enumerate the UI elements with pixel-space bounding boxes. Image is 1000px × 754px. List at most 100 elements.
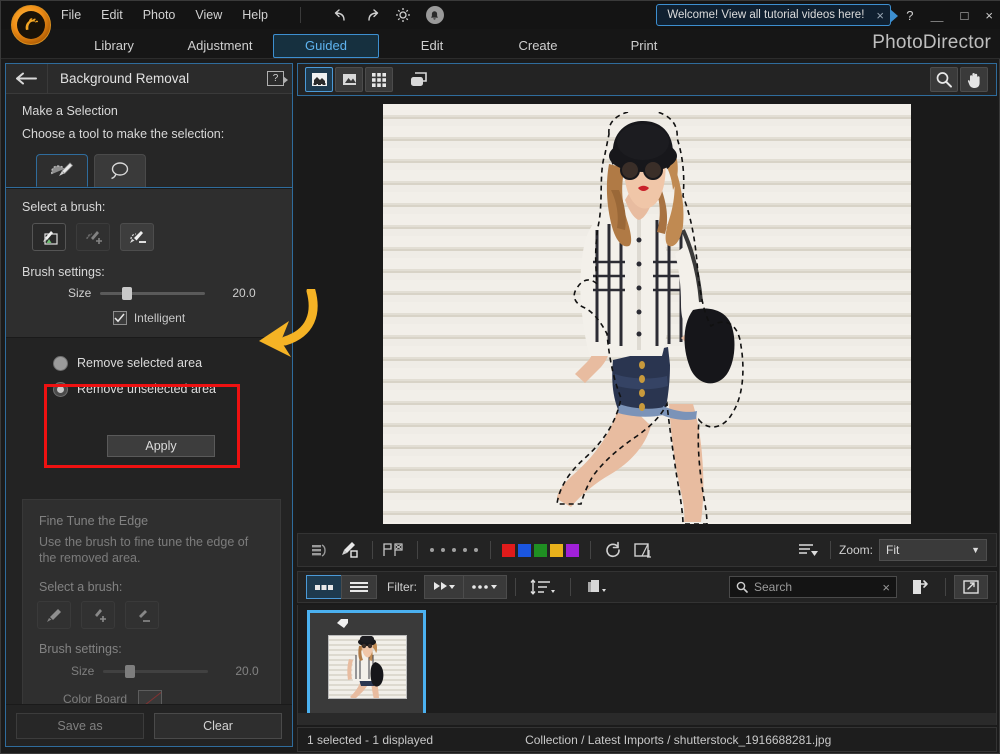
back-arrow-icon[interactable]	[6, 64, 48, 93]
rating-filter-icon[interactable]	[463, 575, 507, 599]
pencil-tag-icon[interactable]	[336, 538, 364, 563]
clear-search-icon[interactable]: ×	[882, 580, 890, 595]
list-view-icon[interactable]	[341, 575, 377, 599]
smart-brush-icon[interactable]	[32, 223, 66, 251]
photo-canvas[interactable]	[383, 104, 911, 524]
list-item[interactable]	[307, 610, 426, 718]
flag-filter-icon[interactable]	[424, 575, 464, 599]
search-input[interactable]: Search	[754, 580, 792, 594]
hand-tool-icon[interactable]	[960, 67, 988, 92]
fine-tune-settings-label: Brush settings:	[23, 629, 280, 656]
rating-dots[interactable]	[426, 548, 482, 552]
filmstrip-scrollbar[interactable]	[298, 713, 996, 725]
image-viewer[interactable]	[297, 97, 997, 531]
photodirector-window: File Edit Photo View Help	[0, 0, 1000, 754]
radio-remove-selected-row[interactable]: Remove selected area	[6, 350, 292, 376]
tab-guided[interactable]: Guided	[273, 34, 379, 58]
help-button[interactable]: ?	[906, 9, 913, 22]
menu-view[interactable]: View	[195, 8, 222, 22]
brush-subtract-icon[interactable]	[120, 223, 154, 251]
zoom-select[interactable]: Fit ▼	[879, 539, 987, 561]
rotate-icon[interactable]	[599, 538, 627, 563]
slider-handle[interactable]	[122, 287, 132, 300]
open-external-icon[interactable]	[954, 575, 988, 599]
menu-photo[interactable]: Photo	[143, 8, 176, 22]
tool-tabs	[6, 153, 292, 188]
color-swatch-green[interactable]	[534, 544, 547, 557]
close-icon[interactable]: ×	[876, 8, 884, 23]
zoom-value: Fit	[886, 543, 899, 557]
toolbar-divider-3	[490, 541, 491, 559]
fine-tune-brushes	[23, 594, 280, 629]
app-logo	[11, 5, 51, 45]
welcome-banner[interactable]: Welcome! View all tutorial videos here! …	[656, 4, 891, 26]
tag-icon	[336, 618, 349, 629]
clear-button[interactable]: Clear	[154, 713, 282, 739]
module-tabs: Library Adjustment Guided Edit Create Pr…	[61, 29, 697, 59]
rating-dot[interactable]	[430, 548, 434, 552]
quick-actions	[333, 6, 444, 24]
chevron-down-icon[interactable]: ▼	[971, 545, 980, 555]
tab-print[interactable]: Print	[591, 34, 697, 58]
logo-inner	[17, 11, 45, 39]
rating-dot[interactable]	[441, 548, 445, 552]
brush-select-label: Select a brush:	[6, 200, 292, 214]
apply-button[interactable]: Apply	[107, 435, 215, 457]
tab-edit[interactable]: Edit	[379, 34, 485, 58]
bell-icon[interactable]	[426, 6, 444, 24]
filter-divider	[515, 578, 516, 596]
menu-file[interactable]: File	[61, 8, 81, 22]
compare-view-icon[interactable]	[335, 67, 363, 92]
tool-tab-lasso[interactable]	[94, 154, 146, 187]
sort-menu-icon[interactable]	[794, 538, 822, 563]
rating-dot[interactable]	[463, 548, 467, 552]
tool-tab-brush[interactable]	[36, 154, 88, 187]
fine-tune-size-slider	[103, 670, 208, 673]
color-swatch-red[interactable]	[502, 544, 515, 557]
export-icon[interactable]	[903, 575, 937, 599]
filmstrip[interactable]	[297, 605, 997, 725]
minimize-button[interactable]: ＿	[931, 9, 944, 22]
menu-items: File Edit Photo View Help	[61, 6, 444, 24]
redo-icon[interactable]	[364, 7, 381, 24]
layers-icon[interactable]	[306, 538, 334, 563]
zoom-tool-icon[interactable]	[930, 67, 958, 92]
brush-size-value: 20.0	[232, 286, 255, 300]
tab-adjustment[interactable]: Adjustment	[167, 34, 273, 58]
tab-create[interactable]: Create	[485, 34, 591, 58]
multi-window-icon[interactable]	[405, 67, 433, 92]
color-swatch-yellow[interactable]	[550, 544, 563, 557]
rating-dot[interactable]	[452, 548, 456, 552]
fine-tune-size-label: Size	[71, 664, 94, 678]
radio-remove-selected[interactable]	[53, 356, 68, 371]
flag-reject-icon[interactable]	[381, 538, 409, 563]
crop-compare-icon[interactable]	[629, 538, 657, 563]
search-box[interactable]: Search ×	[729, 576, 897, 598]
sort-order-icon[interactable]	[524, 575, 562, 599]
close-button[interactable]: ×	[985, 9, 993, 22]
view-mode-buttons	[305, 67, 433, 92]
gear-icon[interactable]	[395, 7, 412, 24]
undo-icon[interactable]	[333, 7, 350, 24]
menu-help[interactable]: Help	[242, 8, 268, 22]
single-view-icon[interactable]	[305, 67, 333, 92]
fine-brush-icon	[37, 601, 71, 629]
fine-brush-subtract-icon	[125, 601, 159, 629]
rating-dot[interactable]	[474, 548, 478, 552]
intelligent-checkbox-row[interactable]: Intelligent	[6, 300, 292, 325]
tutorial-help-icon[interactable]: ?	[267, 71, 284, 86]
menu-edit[interactable]: Edit	[101, 8, 123, 22]
color-swatch-purple[interactable]	[566, 544, 579, 557]
brush-size-slider[interactable]	[100, 292, 205, 295]
brush-add-icon[interactable]	[76, 223, 110, 251]
stack-icon[interactable]	[579, 575, 615, 599]
filter-divider-3	[945, 578, 946, 596]
intelligent-checkbox[interactable]	[113, 311, 127, 325]
color-swatch-blue[interactable]	[518, 544, 531, 557]
maximize-button[interactable]: □	[961, 9, 969, 22]
tab-library[interactable]: Library	[61, 34, 167, 58]
thumbnail-view-icon[interactable]	[306, 575, 342, 599]
brush-section: Select a brush: Brush settings: Size 20.…	[6, 189, 292, 338]
save-as-button[interactable]: Save as	[16, 713, 144, 739]
grid-view-icon[interactable]	[365, 67, 393, 92]
